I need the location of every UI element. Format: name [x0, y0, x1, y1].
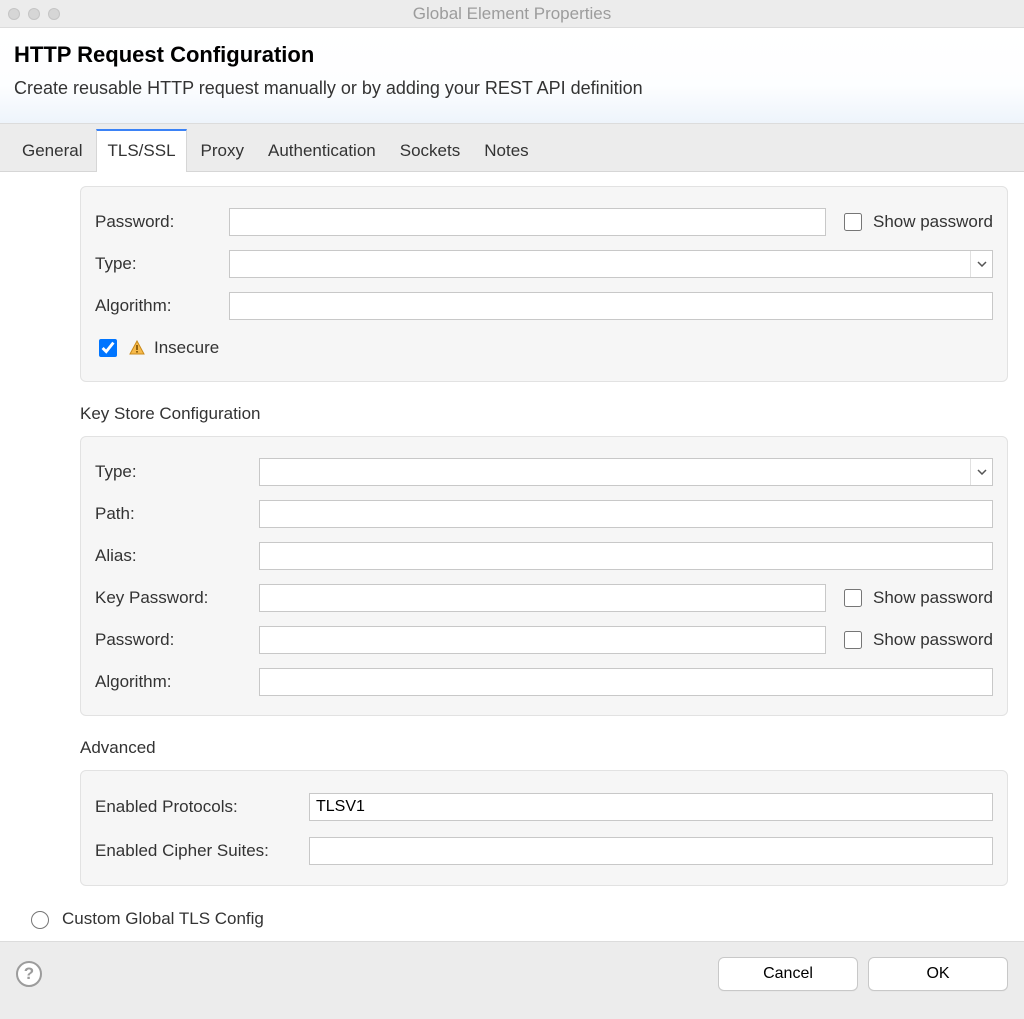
dialog-header: HTTP Request Configuration Create reusab…	[0, 28, 1024, 124]
insecure-checkbox[interactable]: Insecure	[95, 336, 219, 360]
show-truststore-password-checkbox[interactable]: Show password	[840, 210, 993, 234]
insecure-label: Insecure	[154, 338, 219, 358]
truststore-fieldset: Password: Show password Type: Algorithm:	[80, 186, 1008, 382]
tab-tls-ssl[interactable]: TLS/SSL	[96, 129, 186, 172]
dialog-footer: ? Cancel OK	[0, 941, 1024, 1005]
tab-general[interactable]: General	[12, 129, 92, 171]
tab-notes[interactable]: Notes	[474, 129, 538, 171]
minimize-window-icon[interactable]	[28, 8, 40, 20]
keystore-alias-label: Alias:	[95, 546, 245, 566]
keystore-type-label: Type:	[95, 462, 245, 482]
help-icon: ?	[24, 964, 34, 984]
truststore-password-label: Password:	[95, 212, 215, 232]
cancel-button[interactable]: Cancel	[718, 957, 858, 991]
keystore-fieldset: Type: Path: Alias: Key Password:	[80, 436, 1008, 716]
keystore-path-label: Path:	[95, 504, 245, 524]
insecure-checkbox-input[interactable]	[99, 339, 117, 357]
custom-global-tls-label: Custom Global TLS Config	[62, 909, 264, 929]
tabstrip: General TLS/SSL Proxy Authentication Soc…	[0, 124, 1024, 172]
keystore-key-password-label: Key Password:	[95, 588, 245, 608]
help-button[interactable]: ?	[16, 961, 42, 987]
custom-global-tls-radio[interactable]	[31, 911, 49, 929]
show-key-password-label: Show password	[873, 588, 993, 608]
tab-authentication[interactable]: Authentication	[258, 129, 386, 171]
keystore-algorithm-label: Algorithm:	[95, 672, 245, 692]
close-window-icon[interactable]	[8, 8, 20, 20]
show-key-password-checkbox[interactable]: Show password	[840, 586, 993, 610]
show-keystore-password-label: Show password	[873, 630, 993, 650]
keystore-password-label: Password:	[95, 630, 245, 650]
truststore-algorithm-label: Algorithm:	[95, 296, 215, 316]
show-truststore-password-input[interactable]	[844, 213, 862, 231]
keystore-key-password-input[interactable]	[259, 584, 826, 612]
ok-button[interactable]: OK	[868, 957, 1008, 991]
tab-proxy[interactable]: Proxy	[191, 129, 254, 171]
advanced-fieldset: Enabled Protocols: Enabled Cipher Suites…	[80, 770, 1008, 886]
truststore-type-label: Type:	[95, 254, 215, 274]
zoom-window-icon[interactable]	[48, 8, 60, 20]
enabled-protocols-input[interactable]	[309, 793, 993, 821]
enabled-cipher-suites-label: Enabled Cipher Suites:	[95, 841, 295, 861]
truststore-type-select[interactable]	[229, 250, 993, 278]
truststore-password-input[interactable]	[229, 208, 826, 236]
tab-panel-tls-ssl: Password: Show password Type: Algorithm:	[0, 172, 1024, 941]
show-keystore-password-input[interactable]	[844, 631, 862, 649]
keystore-algorithm-input[interactable]	[259, 668, 993, 696]
warning-icon	[128, 339, 146, 357]
keystore-section-title: Key Store Configuration	[80, 404, 1008, 424]
show-keystore-password-checkbox[interactable]: Show password	[840, 628, 993, 652]
show-key-password-input[interactable]	[844, 589, 862, 607]
chevron-down-icon	[970, 251, 992, 277]
chevron-down-icon	[970, 459, 992, 485]
enabled-protocols-label: Enabled Protocols:	[95, 797, 295, 817]
titlebar: Global Element Properties	[0, 0, 1024, 28]
tab-sockets[interactable]: Sockets	[390, 129, 470, 171]
window-controls	[8, 8, 60, 20]
keystore-alias-input[interactable]	[259, 542, 993, 570]
advanced-section-title: Advanced	[80, 738, 1008, 758]
truststore-algorithm-input[interactable]	[229, 292, 993, 320]
enabled-cipher-suites-input[interactable]	[309, 837, 993, 865]
keystore-password-input[interactable]	[259, 626, 826, 654]
dialog-title: HTTP Request Configuration	[14, 42, 1006, 68]
show-truststore-password-label: Show password	[873, 212, 993, 232]
custom-tls-block: Custom Global TLS Config TLS Context:	[26, 908, 1008, 941]
dialog-subtitle: Create reusable HTTP request manually or…	[14, 78, 1006, 99]
keystore-type-select[interactable]	[259, 458, 993, 486]
keystore-path-input[interactable]	[259, 500, 993, 528]
window-title: Global Element Properties	[0, 4, 1024, 24]
